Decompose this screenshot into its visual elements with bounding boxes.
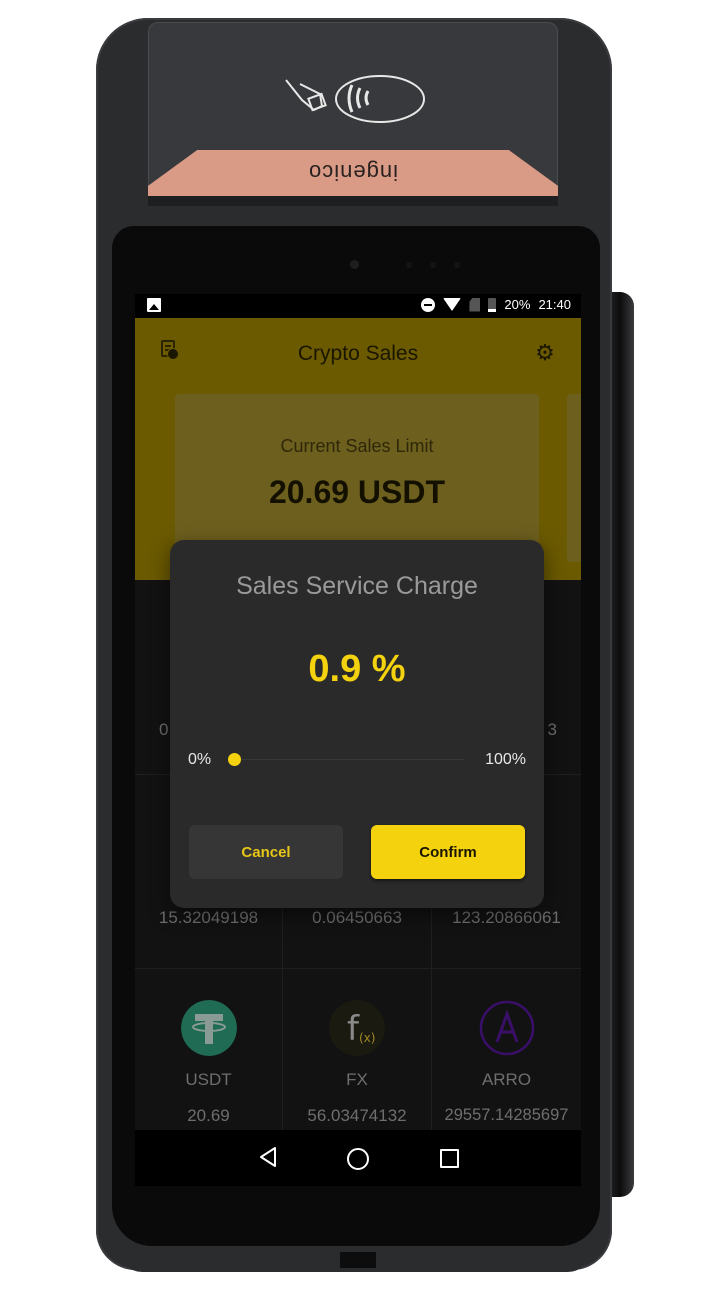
battery-percent: 20% bbox=[504, 297, 531, 312]
recents-icon[interactable] bbox=[440, 1149, 459, 1168]
battery-icon bbox=[488, 297, 497, 312]
screen: 20% 21:40 Crypto Sales ⚙ Current Sales L… bbox=[135, 294, 581, 1186]
sales-limit-value: 20.69 USDT bbox=[268, 474, 446, 510]
service-charge-dialog: Sales Service Charge 0.9 % 0% 100% Cance… bbox=[170, 540, 544, 908]
toolbar: Crypto Sales ⚙ bbox=[135, 318, 581, 378]
coin-name: ARRO bbox=[481, 1070, 532, 1089]
arro-logo-icon bbox=[479, 1000, 534, 1056]
back-icon[interactable] bbox=[259, 1146, 277, 1168]
front-camera bbox=[350, 260, 359, 269]
coin-row: USDT 20.69 f (x) FX 56.03474132 ARRO 295… bbox=[135, 968, 581, 1136]
svg-text:(x): (x) bbox=[359, 1031, 375, 1045]
dialog-title: Sales Service Charge bbox=[236, 572, 478, 600]
clock: 21:40 bbox=[538, 297, 571, 312]
printer-slot bbox=[148, 196, 558, 206]
no-sim-icon bbox=[469, 297, 481, 312]
coin-amount: 0.06450663 bbox=[312, 908, 402, 927]
navigation-bar bbox=[135, 1130, 581, 1186]
brand-strip: ingenico bbox=[148, 150, 558, 196]
sensor bbox=[454, 262, 460, 268]
home-icon[interactable] bbox=[347, 1148, 369, 1170]
service-charge-value: 0.9 % bbox=[308, 648, 406, 690]
fx-logo-icon: f (x) bbox=[329, 1000, 385, 1056]
confirm-button[interactable]: Confirm bbox=[371, 825, 525, 879]
status-bar: 20% 21:40 bbox=[135, 294, 581, 318]
coin-cell-arro[interactable]: ARRO 29557.14285697 bbox=[432, 968, 581, 1136]
coin-amount: 15.32049198 bbox=[158, 908, 259, 927]
coin-name: USDT bbox=[185, 1070, 232, 1089]
tether-logo-icon bbox=[180, 1000, 237, 1056]
coin-amount: 56.03474132 bbox=[307, 1106, 407, 1125]
cancel-button[interactable]: Cancel bbox=[189, 825, 343, 879]
image-notification-icon bbox=[147, 298, 161, 312]
slider-max-label: 100% bbox=[485, 751, 526, 768]
sales-limit-card: Current Sales Limit 20.69 USDT bbox=[175, 394, 539, 562]
coin-amount: 20.69 bbox=[187, 1106, 230, 1125]
brand-logo: ingenico bbox=[308, 160, 398, 185]
slider-thumb[interactable] bbox=[228, 753, 242, 766]
usb-port bbox=[340, 1252, 376, 1268]
status-icons: 20% 21:40 bbox=[421, 297, 571, 312]
sensor bbox=[406, 262, 412, 268]
coin-cell-fx[interactable]: f (x) FX 56.03474132 bbox=[283, 968, 432, 1136]
contactless-payment-icon bbox=[285, 75, 425, 123]
wifi-icon bbox=[443, 298, 462, 311]
sales-limit-label: Current Sales Limit bbox=[280, 436, 434, 456]
slider-min-label: 0% bbox=[188, 751, 212, 768]
gear-icon[interactable]: ⚙ bbox=[535, 342, 555, 364]
coin-amount: 29557.14285697 bbox=[444, 1106, 569, 1124]
next-card-peek[interactable] bbox=[567, 394, 581, 562]
sensor bbox=[430, 262, 436, 268]
coin-amount: 123.20866061 bbox=[452, 908, 561, 927]
do-not-disturb-icon bbox=[421, 297, 436, 312]
coin-cell-usdt[interactable]: USDT 20.69 bbox=[135, 968, 283, 1136]
app-title: Crypto Sales bbox=[297, 342, 419, 365]
service-charge-slider[interactable] bbox=[228, 753, 464, 766]
coin-name: FX bbox=[346, 1070, 368, 1089]
